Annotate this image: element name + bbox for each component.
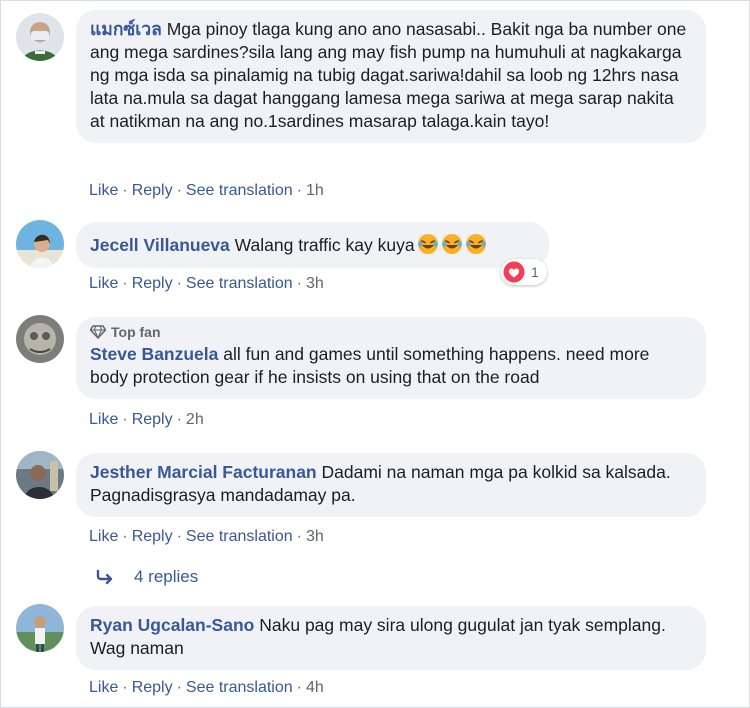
separator: ·	[296, 528, 302, 545]
see-translation-link[interactable]: See translation	[186, 182, 293, 199]
comment-author[interactable]: Jesther Marcial Facturanan	[90, 462, 317, 482]
like-button[interactable]: Like	[89, 679, 118, 696]
see-translation-link[interactable]: See translation	[186, 275, 293, 292]
comment-bubble: Ryan Ugcalan-Sano Naku pag may sira ulon…	[76, 606, 706, 670]
reply-arrow-icon	[96, 569, 113, 585]
timestamp[interactable]: 4h	[306, 679, 324, 696]
avatar[interactable]	[16, 13, 64, 61]
separator: ·	[122, 182, 128, 199]
comment-author[interactable]: แมกซ์เวล	[90, 19, 162, 39]
see-translation-link[interactable]: See translation	[186, 528, 293, 545]
timestamp[interactable]: 3h	[306, 275, 324, 292]
like-button[interactable]: Like	[89, 411, 118, 428]
reply-button[interactable]: Reply	[132, 275, 173, 292]
comment-bubble: แมกซ์เวล Mga pinoy tlaga kung ano ano na…	[76, 10, 706, 143]
comment-actions: Like · Reply · See translation · 4h	[89, 679, 324, 697]
comment-author[interactable]: Ryan Ugcalan-Sano	[90, 615, 254, 635]
reaction-count-badge[interactable]: 1	[501, 259, 547, 285]
separator: ·	[176, 528, 182, 545]
see-translation-link[interactable]: See translation	[186, 679, 293, 696]
comment-text: Mga pinoy tlaga kung ano ano nasasabi.. …	[90, 19, 687, 131]
separator: ·	[122, 679, 128, 696]
reply-button[interactable]: Reply	[132, 411, 173, 428]
top-fan-badge: Top fan	[90, 323, 692, 341]
reply-button[interactable]: Reply	[132, 528, 173, 545]
heart-reaction-icon	[503, 261, 525, 283]
laughing-crying-emoji	[465, 234, 486, 254]
reply-button[interactable]: Reply	[132, 182, 173, 199]
like-button[interactable]: Like	[89, 182, 118, 199]
separator: ·	[122, 411, 128, 428]
reply-button[interactable]: Reply	[132, 679, 173, 696]
separator: ·	[296, 275, 302, 292]
separator: ·	[122, 528, 128, 545]
laughing-crying-emoji	[417, 234, 438, 254]
comment-actions: Like · Reply · See translation · 1h	[89, 182, 324, 200]
comment-author[interactable]: Steve Banzuela	[90, 344, 218, 364]
like-button[interactable]: Like	[89, 275, 118, 292]
comment-text: Walang traffic kay kuya	[234, 235, 415, 255]
comments-panel: แมกซ์เวล Mga pinoy tlaga kung ano ano na…	[0, 0, 750, 708]
comment-bubble: Jecell Villanueva Walang traffic kay kuy…	[76, 222, 549, 268]
avatar[interactable]	[16, 604, 64, 652]
replies-count-label: 4 replies	[134, 567, 199, 586]
laughing-crying-emoji	[441, 234, 462, 254]
view-replies-link[interactable]: 4 replies	[96, 567, 198, 587]
avatar[interactable]	[16, 220, 64, 268]
separator: ·	[176, 679, 182, 696]
avatar[interactable]	[16, 451, 64, 499]
comment-actions: Like · Reply · 2h	[89, 411, 204, 429]
separator: ·	[176, 275, 182, 292]
separator: ·	[296, 679, 302, 696]
timestamp[interactable]: 1h	[306, 182, 324, 199]
timestamp[interactable]: 2h	[186, 411, 204, 428]
comment-author[interactable]: Jecell Villanueva	[90, 235, 230, 255]
comment-actions: Like · Reply · See translation · 3h	[89, 275, 324, 293]
top-fan-label: Top fan	[111, 324, 161, 340]
comment-bubble: Jesther Marcial Facturanan Dadami na nam…	[76, 453, 706, 517]
comment-bubble: Top fan Steve Banzuela all fun and games…	[76, 317, 706, 399]
avatar[interactable]	[16, 315, 64, 363]
separator: ·	[176, 411, 182, 428]
like-button[interactable]: Like	[89, 528, 118, 545]
timestamp[interactable]: 3h	[306, 528, 324, 545]
reaction-count: 1	[531, 264, 539, 280]
separator: ·	[122, 275, 128, 292]
diamond-icon	[90, 325, 106, 339]
separator: ·	[176, 182, 182, 199]
comment-actions: Like · Reply · See translation · 3h	[89, 528, 324, 546]
separator: ·	[296, 182, 302, 199]
